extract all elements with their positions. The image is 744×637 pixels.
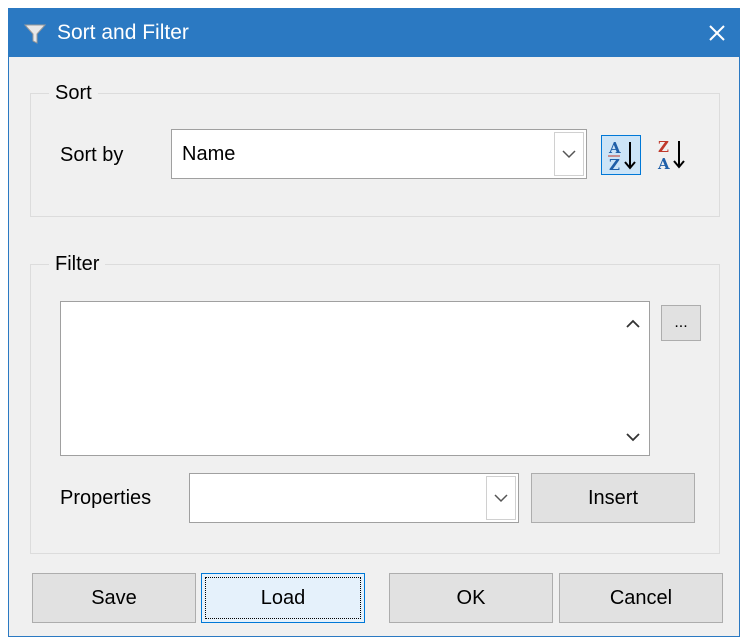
chevron-up-icon [626,319,640,328]
sort-group-label: Sort [49,80,98,106]
chevron-down-icon [562,150,576,159]
chevron-down-icon [494,494,508,503]
insert-button[interactable]: Insert [531,473,695,523]
sort-ascending-button[interactable]: A Z [601,135,641,175]
sort-by-dropdown-arrow[interactable] [554,132,584,176]
properties-label: Properties [60,487,152,509]
ok-button-label: OK [456,586,486,609]
save-button[interactable]: Save [32,573,196,623]
filter-builder-button[interactable]: ... [661,305,701,341]
funnel-icon [23,22,47,46]
title-bar[interactable]: Sort and Filter [9,9,739,57]
filter-group-label: Filter [49,251,106,277]
sort-by-dropdown[interactable]: Name [171,129,587,179]
load-button[interactable]: Load [201,573,365,623]
close-button[interactable] [695,9,739,57]
chevron-down-icon [626,433,640,442]
sort-desc-bottom-letter: A [657,155,670,173]
sort-filter-dialog: Sort and Filter Sort Sort by Name A Z Z … [8,8,740,637]
focus-rectangle [205,577,361,619]
save-button-label: Save [91,586,137,609]
sort-desc-top-letter: Z [658,138,669,156]
sort-asc-top-letter: A [608,139,621,157]
sort-ascending-icon: A Z [608,139,636,174]
scroll-up-button[interactable] [623,314,643,334]
cancel-button-label: Cancel [609,586,673,609]
filter-builder-button-label: ... [674,314,688,331]
properties-dropdown[interactable] [189,473,519,523]
insert-button-label: Insert [587,486,639,509]
sort-asc-bottom-letter: Z [609,156,620,174]
close-icon [709,25,725,41]
sort-by-value: Name [182,143,236,165]
ok-button[interactable]: OK [389,573,553,623]
cancel-button[interactable]: Cancel [559,573,723,623]
scroll-down-button[interactable] [623,427,643,447]
sort-by-label: Sort by [60,144,124,166]
filter-expression-input[interactable] [60,301,650,456]
sort-descending-button[interactable]: Z A [652,135,692,175]
sort-descending-icon: Z A [657,138,685,173]
window-title: Sort and Filter [57,21,189,44]
properties-dropdown-arrow[interactable] [486,476,516,520]
